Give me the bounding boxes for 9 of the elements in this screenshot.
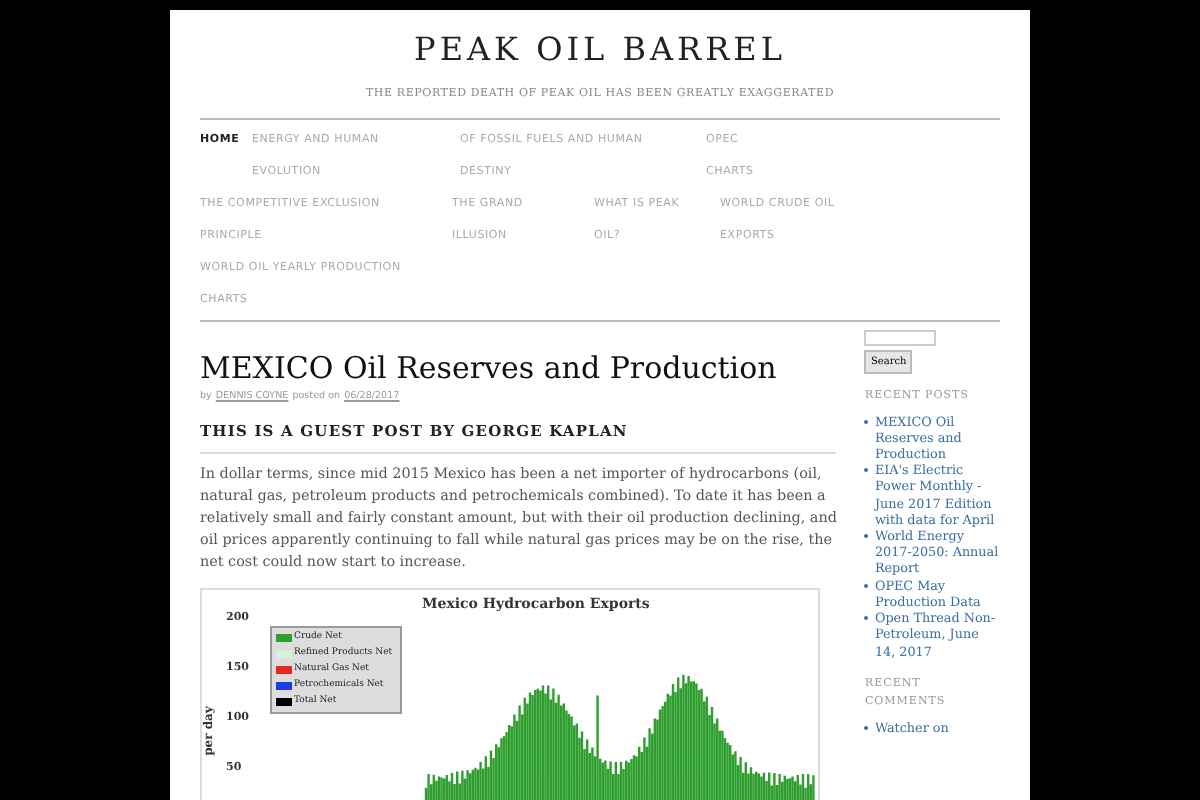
- site-title[interactable]: PEAK OIL BARREL: [200, 10, 1000, 74]
- search-field[interactable]: [864, 330, 937, 347]
- post-title: MEXICO Oil Reserves and Production: [200, 350, 779, 387]
- bullet-icon: [864, 616, 869, 621]
- bullet-icon: [864, 583, 869, 588]
- bullet-icon: [864, 725, 869, 730]
- bullet-icon: [864, 419, 869, 424]
- bullet-icon: [864, 534, 869, 539]
- bullet-icon: [864, 468, 869, 473]
